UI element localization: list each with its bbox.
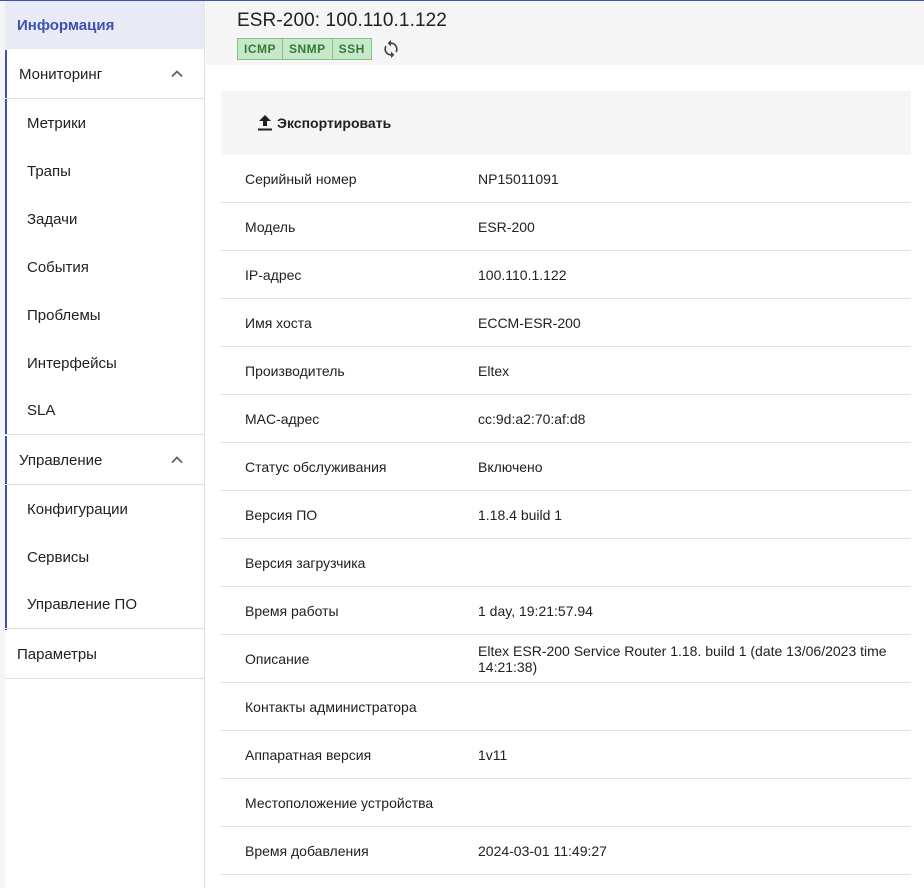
detail-value: Включено — [478, 458, 543, 475]
detail-row: Серийный номер NP15011091 — [221, 155, 911, 203]
sidebar-item-label: Интерфейсы — [27, 354, 117, 372]
detail-key: MAC-адрес — [245, 410, 320, 427]
detail-row: Аппаратная версия 1v11 — [221, 731, 911, 779]
sidebar-item-problems[interactable]: Проблемы — [5, 291, 204, 339]
detail-row: Время добавления 2024-03-01 11:49:27 — [221, 827, 911, 875]
detail-value: NP15011091 — [478, 170, 559, 187]
sidebar-item-label: Конфигурации — [27, 500, 128, 518]
sidebar-item-configurations[interactable]: Конфигурации — [5, 485, 204, 533]
sidebar-item-metrics[interactable]: Метрики — [5, 99, 204, 147]
detail-key: IP-адрес — [245, 266, 302, 283]
sidebar-item-label: Информация — [17, 16, 115, 34]
detail-value: 1v11 — [478, 746, 508, 763]
detail-key: Модель — [245, 218, 296, 235]
badge-ssh: SSH — [332, 38, 372, 60]
detail-key: Серийный номер — [245, 170, 357, 187]
sidebar-item-label: Задачи — [27, 210, 78, 228]
export-label: Экспортировать — [277, 115, 392, 131]
sidebar-item-traps[interactable]: Трапы — [5, 147, 204, 195]
detail-value: 100.110.1.122 — [478, 266, 567, 283]
detail-key: Время добавления — [245, 842, 369, 859]
sidebar-group-label: Управление — [19, 451, 103, 469]
sidebar-item-interfaces[interactable]: Интерфейсы — [5, 339, 204, 387]
sidebar-group-monitoring[interactable]: Мониторинг — [5, 50, 204, 99]
export-button[interactable]: Экспортировать — [257, 114, 391, 132]
page-header: ESR-200: 100.110.1.122 ICMP SNMP SSH — [206, 1, 924, 65]
protocol-badges: ICMP SNMP SSH — [237, 38, 402, 60]
sidebar: Информация Мониторинг Метрики Трапы Зада… — [0, 1, 205, 888]
sidebar-item-label: Сервисы — [27, 548, 90, 566]
sidebar-item-params[interactable]: Параметры — [5, 630, 204, 679]
detail-value: 1.18.4 build 1 — [478, 506, 563, 523]
detail-row: Описание Eltex ESR-200 Service Router 1.1… — [221, 635, 911, 683]
upload-icon — [257, 114, 273, 132]
detail-row: Время работы 1 day, 19:21:57.94 — [221, 587, 911, 635]
sidebar-item-label: Метрики — [27, 114, 87, 132]
detail-row: MAC-адрес cc:9d:a2:70:af:d8 — [221, 395, 911, 443]
sidebar-group-management[interactable]: Управление — [5, 436, 204, 485]
detail-value: cc:9d:a2:70:af:d8 — [478, 410, 586, 427]
sidebar-item-label: Параметры — [17, 645, 97, 663]
detail-row: Модель ESR-200 — [221, 203, 911, 251]
detail-row: Имя хоста ECCM-ESR-200 — [221, 299, 911, 347]
detail-key: Время работы — [245, 602, 339, 619]
detail-row: Версия загрузчика — [221, 539, 911, 587]
detail-value: Eltex ESR-200 Service Router 1.18. build… — [478, 642, 887, 675]
detail-key: Имя хоста — [245, 314, 312, 331]
detail-key: Контакты администратора — [245, 698, 417, 715]
chevron-up-icon[interactable] — [170, 453, 184, 467]
refresh-icon[interactable] — [380, 38, 402, 60]
detail-row: IP-адрес 100.110.1.122 — [221, 251, 911, 299]
sidebar-group-label: Мониторинг — [19, 65, 103, 83]
detail-value: ECCM-ESR-200 — [478, 314, 581, 331]
sidebar-item-label: Управление ПО — [27, 596, 138, 613]
sidebar-item-label: События — [27, 258, 89, 276]
detail-row: Местоположение устройства — [221, 779, 911, 827]
detail-key: Версия ПО — [245, 506, 318, 523]
chevron-up-icon[interactable] — [170, 67, 184, 81]
detail-key: Описание — [245, 650, 310, 667]
sidebar-item-info[interactable]: Информация — [5, 1, 204, 49]
sidebar-item-sla[interactable]: SLA — [5, 387, 204, 435]
detail-key: Производитель — [245, 362, 345, 379]
sidebar-item-events[interactable]: События — [5, 243, 204, 291]
sidebar-item-software[interactable]: Управление ПО — [5, 581, 204, 629]
sidebar-item-label: SLA — [27, 402, 56, 419]
detail-value: Eltex — [478, 362, 510, 379]
sidebar-item-services[interactable]: Сервисы — [5, 533, 204, 581]
detail-row: Версия ПО 1.18.4 build 1 — [221, 491, 911, 539]
details-table: Серийный номер NP15011091 Модель ESR-200 IP-… — [221, 155, 911, 875]
badge-icmp: ICMP — [237, 38, 283, 60]
detail-row: Производитель Eltex — [221, 347, 911, 395]
badge-snmp: SNMP — [283, 38, 333, 60]
detail-row: Статус обслуживания Включено — [221, 443, 911, 491]
sidebar-item-label: Проблемы — [27, 306, 101, 324]
detail-value: 2024-03-01 11:49:27 — [478, 842, 607, 859]
detail-value: 1 day, 19:21:57.94 — [478, 602, 593, 619]
detail-key: Статус обслуживания — [245, 458, 387, 475]
card-toolbar: Экспортировать — [221, 91, 911, 155]
sidebar-item-tasks[interactable]: Задачи — [5, 195, 204, 243]
detail-value: ESR-200 — [478, 218, 535, 235]
detail-key: Местоположение устройства — [245, 794, 434, 811]
sidebar-item-label: Трапы — [27, 162, 71, 180]
detail-key: Аппаратная версия — [245, 746, 372, 763]
detail-key: Версия загрузчика — [245, 554, 366, 571]
page-title: ESR-200: 100.110.1.122 — [237, 10, 447, 31]
detail-row: Контакты администратора — [221, 683, 911, 731]
device-info-card: Экспортировать Серийный номер NP15011091 М… — [221, 91, 911, 888]
